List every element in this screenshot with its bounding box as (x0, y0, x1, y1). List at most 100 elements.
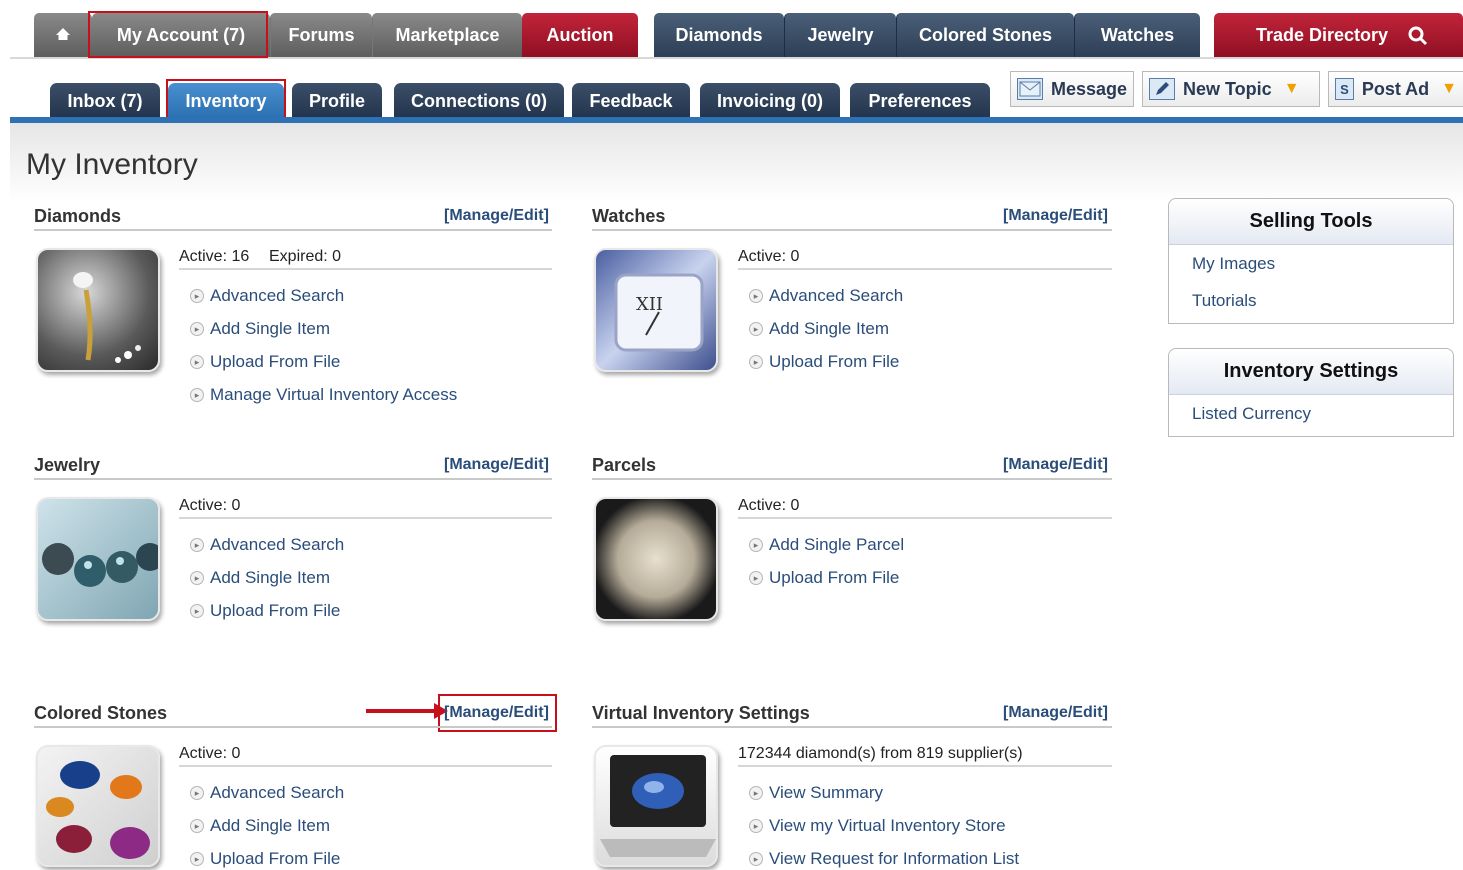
link-label: Upload From File (210, 849, 341, 868)
link-label: Upload From File (769, 568, 900, 587)
bullet-icon: ▸ (190, 355, 204, 369)
manage-edit-parcels[interactable]: [Manage/Edit] (1003, 456, 1108, 474)
link-label: Add Single Item (210, 319, 331, 338)
subtab-feedback[interactable]: Feedback (572, 83, 690, 119)
bullet-icon: ▸ (190, 852, 204, 866)
chevron-down-icon: ▼ (1283, 80, 1300, 97)
message-button[interactable]: Message (1010, 71, 1134, 107)
jewelry-upload-from-file[interactable]: ▸ Upload From File (190, 601, 340, 621)
jewelry-add-single-item[interactable]: ▸ Add Single Item (190, 568, 330, 588)
jewelry-active: Active: 0 (179, 497, 241, 514)
section-title-diamonds: Diamonds (34, 206, 122, 226)
tab-diamonds[interactable]: Diamonds (654, 13, 784, 58)
virtual-view-rfi-list[interactable]: ▸ View Request for Information List (749, 849, 1019, 869)
bullet-icon: ▸ (190, 571, 204, 585)
virtual-view-store[interactable]: ▸ View my Virtual Inventory Store (749, 816, 1006, 836)
subtab-profile[interactable]: Profile (292, 83, 382, 119)
watches-active: Active: 0 (738, 248, 800, 265)
manage-edit-watches[interactable]: [Manage/Edit] (1003, 207, 1108, 225)
jewelry-advanced-search[interactable]: ▸ Advanced Search (190, 535, 344, 555)
diamonds-add-single-item[interactable]: ▸ Add Single Item (190, 319, 330, 339)
search-icon (1408, 26, 1428, 46)
diamonds-manage-virtual-access[interactable]: ▸ Manage Virtual Inventory Access (190, 385, 457, 405)
manage-edit-jewelry[interactable]: [Manage/Edit] (444, 456, 549, 474)
section-divider (592, 478, 1112, 480)
subtab-preferences[interactable]: Preferences (850, 83, 990, 119)
bullet-icon: ▸ (190, 819, 204, 833)
tutorials-link[interactable]: Tutorials (1169, 282, 1453, 319)
bullet-icon: ▸ (749, 322, 763, 336)
watches-advanced-search[interactable]: ▸ Advanced Search (749, 286, 903, 306)
colored-stones-upload-from-file[interactable]: ▸ Upload From File (190, 849, 340, 869)
tab-jewelry[interactable]: Jewelry (784, 13, 896, 58)
link-label: View Summary (769, 783, 883, 802)
subtab-connections[interactable]: Connections (0) (394, 83, 564, 119)
message-label: Message (1050, 78, 1127, 99)
selling-tools-title: Selling Tools (1169, 199, 1453, 245)
post-ad-button[interactable]: S Post Ad ▼ (1328, 71, 1463, 107)
bullet-icon: ▸ (749, 355, 763, 369)
link-label: Advanced Search (210, 286, 345, 305)
top-navigation: My Account (7) Forums Marketplace Auctio… (0, 0, 1463, 59)
parcels-image (594, 497, 718, 621)
bullet-icon: ▸ (749, 289, 763, 303)
stat-divider (179, 268, 552, 270)
trade-directory-label: Trade Directory (1256, 25, 1389, 45)
tab-auction[interactable]: Auction (522, 13, 638, 58)
colored-stones-add-single-item[interactable]: ▸ Add Single Item (190, 816, 330, 836)
diamonds-active: Active: 16 (179, 248, 250, 265)
selling-tools-panel: Selling Tools My Images Tutorials (1168, 198, 1454, 324)
tab-trade-directory[interactable]: Trade Directory (1214, 13, 1463, 58)
link-label: Manage Virtual Inventory Access (210, 385, 458, 404)
tab-marketplace[interactable]: Marketplace (372, 13, 522, 58)
envelope-icon (1017, 78, 1043, 100)
diamonds-upload-from-file[interactable]: ▸ Upload From File (190, 352, 340, 372)
bullet-icon: ▸ (749, 786, 763, 800)
new-topic-label: New Topic (1183, 78, 1272, 99)
stat-divider (738, 517, 1112, 519)
section-title-watches: Watches (592, 206, 666, 226)
diamonds-advanced-search[interactable]: ▸ Advanced Search (190, 286, 344, 306)
listed-currency-link[interactable]: Listed Currency (1169, 395, 1453, 432)
pencil-icon (1149, 78, 1175, 100)
diamonds-image (36, 248, 160, 372)
bullet-icon: ▸ (190, 322, 204, 336)
section-title-colored-stones: Colored Stones (34, 703, 168, 723)
home-tab[interactable] (34, 13, 92, 58)
bullet-icon: ▸ (749, 538, 763, 552)
colored-stones-active: Active: 0 (179, 745, 241, 762)
new-topic-button[interactable]: New Topic ▼ (1142, 71, 1320, 107)
bullet-icon: ▸ (190, 604, 204, 618)
subtab-invoicing[interactable]: Invoicing (0) (700, 83, 840, 119)
parcels-upload-from-file[interactable]: ▸ Upload From File (749, 568, 899, 588)
dollar-icon: S (1335, 78, 1354, 100)
watches-upload-from-file[interactable]: ▸ Upload From File (749, 352, 899, 372)
colored-stones-image (36, 745, 160, 867)
manage-edit-virtual-inventory[interactable]: [Manage/Edit] (1003, 704, 1108, 722)
stat-divider (738, 765, 1112, 767)
link-label: Add Single Parcel (769, 535, 905, 554)
link-label: Add Single Item (769, 319, 890, 338)
virtual-inventory-image (594, 745, 718, 867)
tab-forums[interactable]: Forums (270, 13, 372, 58)
parcels-add-single-parcel[interactable]: ▸ Add Single Parcel (749, 535, 904, 555)
link-label: Add Single Item (210, 816, 331, 835)
page-title: My Inventory (26, 148, 198, 181)
bullet-icon: ▸ (190, 388, 204, 402)
virtual-view-summary[interactable]: ▸ View Summary (749, 783, 883, 803)
virtual-summary: 172344 diamond(s) from 819 supplier(s) (738, 745, 1023, 762)
section-divider (34, 229, 552, 231)
colored-stones-advanced-search[interactable]: ▸ Advanced Search (190, 783, 344, 803)
stat-divider (179, 517, 552, 519)
tab-watches[interactable]: Watches (1074, 13, 1200, 58)
manage-edit-diamonds[interactable]: [Manage/Edit] (444, 207, 549, 225)
my-images-link[interactable]: My Images (1169, 245, 1453, 282)
tab-colored-stones[interactable]: Colored Stones (896, 13, 1074, 58)
watches-add-single-item[interactable]: ▸ Add Single Item (749, 319, 889, 339)
link-label: View my Virtual Inventory Store (769, 816, 1006, 835)
subtab-inbox[interactable]: Inbox (7) (50, 83, 160, 119)
section-divider (592, 229, 1112, 231)
arrow-annotation (366, 703, 448, 719)
bullet-icon: ▸ (749, 819, 763, 833)
parcels-active: Active: 0 (738, 497, 800, 514)
